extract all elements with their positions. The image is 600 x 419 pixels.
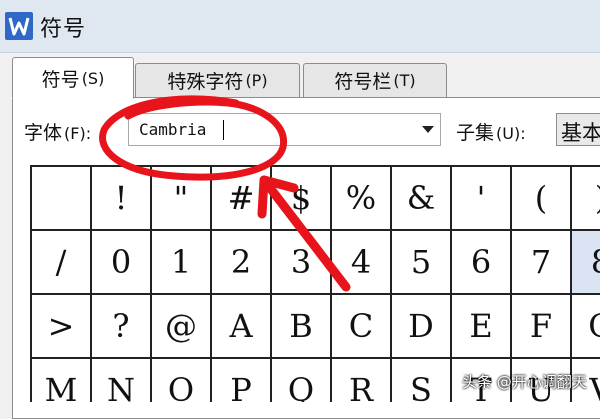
symbol-cell[interactable]: ' [452,167,512,231]
chevron-down-icon[interactable] [422,126,434,133]
dialog-title: 符号 [40,17,87,42]
symbol-cell[interactable]: 8 [572,231,600,295]
symbol-cell[interactable]: 3 [272,231,332,295]
symbol-cell[interactable]: S [392,359,452,402]
subset-select[interactable]: 基本 [556,113,600,146]
symbol-cell[interactable]: M [32,359,92,402]
font-label-hotkey: (F): [64,124,92,143]
symbol-cell[interactable]: 7 [512,231,572,295]
tab-label: 符号 [41,68,80,91]
symbol-cell[interactable]: F [512,295,572,359]
symbol-cell[interactable]: 4 [332,231,392,295]
symbol-cell[interactable]: B [272,295,332,359]
symbol-cell[interactable]: A [212,295,272,359]
subset-label: 子集 (U): [456,118,526,145]
symbol-cell[interactable]: > [32,295,92,359]
symbol-cell[interactable]: @ [152,295,212,359]
wps-writer-icon [5,12,33,40]
symbol-cell[interactable]: R [332,359,392,402]
symbol-cell[interactable]: / [32,231,92,295]
symbol-cell[interactable]: 5 [392,231,452,295]
font-label: 字体 (F): [24,118,91,145]
symbol-cell[interactable]: D [392,295,452,359]
symbol-cell[interactable]: G [572,295,600,359]
dialog-title-bar: 符号 [0,0,600,53]
symbol-cell[interactable]: 0 [92,231,152,295]
font-select[interactable]: Cambria [128,113,441,146]
symbol-cell[interactable]: 1 [152,231,212,295]
text-cursor [223,120,224,140]
subset-select-value[interactable]: 基本 [561,117,600,147]
font-select-value[interactable]: Cambria [139,120,206,139]
tab-label: 特殊字符 [167,71,244,93]
symbol-cell[interactable]: P [212,359,272,402]
symbol-cell[interactable] [32,167,92,231]
symbol-cell[interactable]: O [152,359,212,402]
tab-hotkey: (P) [245,71,268,90]
subset-label-hotkey: (U): [496,124,526,143]
symbol-cell[interactable]: & [392,167,452,231]
subset-label-text: 子集 [456,122,495,144]
symbol-cell[interactable]: 2 [212,231,272,295]
tab-symbol-bar[interactable]: 符号栏 (T) [303,63,447,97]
tab-hotkey: (S) [81,68,105,88]
tab-special-characters[interactable]: 特殊字符 (P) [135,63,300,97]
symbol-cell[interactable]: ! [92,167,152,231]
tab-symbols[interactable]: 符号 (S) [12,57,134,99]
symbol-grid: !"#$%&'()/012345678>?@ABCDEFGMNOPQRSTUV [30,165,600,402]
symbol-cell[interactable]: C [332,295,392,359]
symbol-cell[interactable]: ) [572,167,600,231]
symbol-cell[interactable]: " [152,167,212,231]
symbol-cell[interactable]: # [212,167,272,231]
tab-label: 符号栏 [334,71,392,93]
symbol-cell[interactable]: 6 [452,231,512,295]
symbol-cell[interactable]: ( [512,167,572,231]
symbol-cell[interactable]: Q [272,359,332,402]
symbol-cell[interactable]: ? [92,295,152,359]
symbol-cell[interactable]: $ [272,167,332,231]
symbol-cell[interactable]: E [452,295,512,359]
watermark: 头条 @开心调翻天 [462,373,587,391]
symbol-cell[interactable]: N [92,359,152,402]
symbol-cell[interactable]: % [332,167,392,231]
font-label-text: 字体 [24,122,63,144]
tab-hotkey: (T) [393,71,416,90]
